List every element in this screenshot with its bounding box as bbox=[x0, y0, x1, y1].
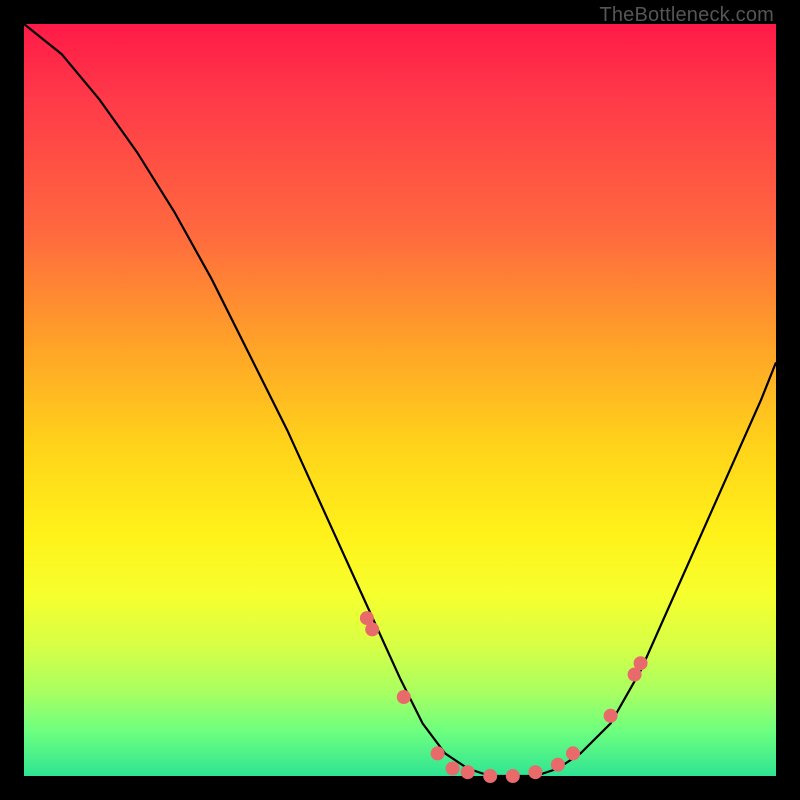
curve-marker bbox=[566, 746, 580, 760]
curve-marker bbox=[483, 769, 497, 783]
curve-marker bbox=[506, 769, 520, 783]
curve-marker bbox=[461, 765, 475, 779]
curve-marker bbox=[365, 622, 379, 636]
curve-marker bbox=[604, 709, 618, 723]
curve-marker bbox=[551, 758, 565, 772]
curve-marker bbox=[634, 656, 648, 670]
curve-marker bbox=[431, 746, 445, 760]
curve-markers bbox=[360, 611, 648, 783]
chart-frame: TheBottleneck.com bbox=[0, 0, 800, 800]
curve-marker bbox=[446, 762, 460, 776]
curve-marker bbox=[397, 690, 411, 704]
plot-area bbox=[24, 24, 776, 776]
watermark-text: TheBottleneck.com bbox=[599, 4, 774, 27]
bottleneck-curve bbox=[24, 24, 776, 776]
curve-marker bbox=[528, 765, 542, 779]
chart-svg bbox=[24, 24, 776, 776]
